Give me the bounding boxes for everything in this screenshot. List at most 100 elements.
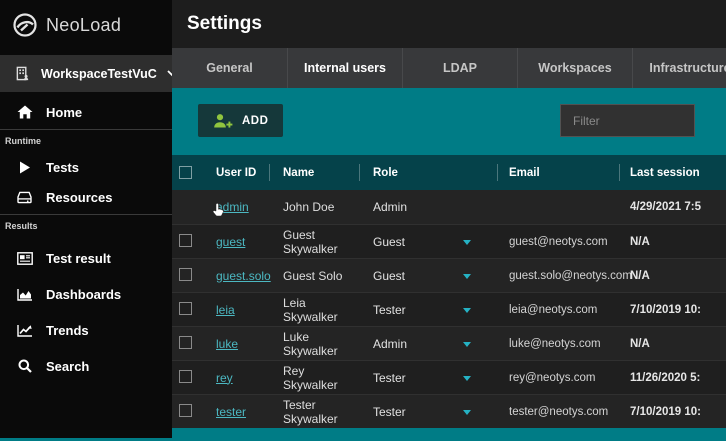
role-dropdown-caret-icon[interactable] xyxy=(463,341,471,347)
user-id-link[interactable]: rey xyxy=(216,371,233,385)
role-dropdown-caret-icon[interactable] xyxy=(463,239,471,245)
user-id-link[interactable]: guest xyxy=(216,235,245,249)
search-icon xyxy=(16,359,33,373)
sidebar-item-search[interactable]: Search xyxy=(0,352,172,380)
row-checkbox[interactable] xyxy=(179,335,192,349)
table-row[interactable]: guest Guest Skywalker Guest guest@neotys… xyxy=(172,224,726,258)
select-all-checkbox[interactable] xyxy=(179,166,192,179)
add-user-button[interactable]: ADD xyxy=(198,104,284,137)
row-checkbox[interactable] xyxy=(179,301,192,315)
neoload-logo[interactable]: NeoLoad xyxy=(0,0,172,50)
sidebar-item-resources[interactable]: Resources xyxy=(0,183,172,211)
row-checkbox[interactable] xyxy=(179,267,192,281)
user-id-cell: rey xyxy=(202,371,269,385)
user-email: luke@neotys.com xyxy=(509,337,601,350)
table-row[interactable]: tester Tester Skywalker Tester tester@ne… xyxy=(172,394,726,428)
table-row[interactable]: guest.solo Guest Solo Guest guest.solo@n… xyxy=(172,258,726,292)
filter-input[interactable] xyxy=(560,104,695,137)
user-id-cell: guest.solo xyxy=(202,269,271,283)
user-id-cell: guest xyxy=(202,235,269,249)
role-cell: Tester xyxy=(359,405,497,419)
row-checkbox[interactable] xyxy=(179,369,192,383)
tab-general[interactable]: General xyxy=(172,48,287,88)
sidebar-item-label: Test result xyxy=(46,250,111,266)
role-cell: Guest xyxy=(359,235,497,249)
toolbar: ADD xyxy=(172,104,726,137)
user-name: Rey Skywalker xyxy=(283,363,338,392)
column-header-last-session[interactable]: Last session xyxy=(619,155,726,190)
workspace-selector[interactable]: WorkspaceTestVuC xyxy=(0,55,178,92)
report-icon xyxy=(16,251,33,265)
neoload-logo-icon xyxy=(12,12,38,38)
users-table: User ID Name Role Email Last session adm… xyxy=(172,155,726,428)
last-session: 4/29/2021 7:5 xyxy=(630,201,701,213)
user-email: guest.solo@neotys.com xyxy=(509,269,632,282)
table-row[interactable]: luke Luke Skywalker Admin luke@neotys.co… xyxy=(172,326,726,360)
sidebar-item-tests[interactable]: Tests xyxy=(0,153,172,181)
user-role: Tester xyxy=(373,302,406,317)
add-button-label: ADD xyxy=(242,114,269,127)
user-id-link[interactable]: luke xyxy=(216,337,238,351)
table-body: admin John Doe Admin 4/29/2021 7:5 guest… xyxy=(172,190,726,428)
sidebar-nav: Home Runtime Tests Resources Results Tes… xyxy=(0,98,172,380)
column-header-name[interactable]: Name xyxy=(269,155,359,190)
page-header: Settings xyxy=(172,0,726,48)
sidebar-divider xyxy=(0,214,172,215)
tab-infrastructure[interactable]: Infrastructure xyxy=(632,48,726,88)
sidebar-item-label: Tests xyxy=(46,159,79,175)
table-row[interactable]: leia Leia Skywalker Tester leia@neotys.c… xyxy=(172,292,726,326)
sidebar-item-label: Home xyxy=(46,104,83,120)
app-root: NeoLoad WorkspaceTestVuC Home Runtime Te… xyxy=(0,0,726,441)
user-id-link[interactable]: leia xyxy=(216,303,235,317)
sidebar-item-trends[interactable]: Trends xyxy=(0,316,172,344)
area-chart-icon xyxy=(16,288,33,301)
user-email: guest@neotys.com xyxy=(509,235,608,248)
trend-line-icon xyxy=(16,324,33,337)
sidebar-item-home[interactable]: Home xyxy=(0,98,172,126)
page-title: Settings xyxy=(187,13,262,34)
role-dropdown-caret-icon[interactable] xyxy=(463,273,471,279)
row-checkbox[interactable] xyxy=(179,233,192,247)
row-checkbox-cell xyxy=(172,403,202,420)
table-row[interactable]: rey Rey Skywalker Tester rey@neotys.com … xyxy=(172,360,726,394)
column-header-role[interactable]: Role xyxy=(359,155,497,190)
last-session: N/A xyxy=(630,269,650,282)
sidebar-item-test-result[interactable]: Test result xyxy=(0,244,172,272)
user-name: John Doe xyxy=(283,200,335,214)
user-id-cell: leia xyxy=(202,303,269,317)
column-header-user-id[interactable]: User ID xyxy=(202,155,269,190)
tab-workspaces[interactable]: Workspaces xyxy=(517,48,632,88)
sidebar-item-dashboards[interactable]: Dashboards xyxy=(0,280,172,308)
home-icon xyxy=(16,105,33,119)
table-row[interactable]: admin John Doe Admin 4/29/2021 7:5 xyxy=(172,190,726,224)
tab-ldap[interactable]: LDAP xyxy=(402,48,517,88)
workspace-name: WorkspaceTestVuC xyxy=(41,66,157,81)
table-header-row: User ID Name Role Email Last session xyxy=(172,155,726,190)
sidebar-item-label: Trends xyxy=(46,322,89,338)
user-name: Leia Skywalker xyxy=(283,295,338,324)
role-dropdown-caret-icon[interactable] xyxy=(463,307,471,313)
user-role: Tester xyxy=(373,370,406,385)
internal-users-content: ADD User ID Name Role Email Last session xyxy=(172,88,726,441)
user-id-link[interactable]: guest.solo xyxy=(216,269,271,283)
role-cell: Tester xyxy=(359,371,497,385)
last-session: N/A xyxy=(630,235,650,248)
column-header-email[interactable]: Email xyxy=(497,155,619,190)
tab-internal-users[interactable]: Internal users xyxy=(287,48,402,88)
drive-icon xyxy=(16,191,33,204)
role-dropdown-caret-icon[interactable] xyxy=(463,409,471,415)
user-id-cell: admin xyxy=(202,200,269,217)
row-checkbox[interactable] xyxy=(179,403,192,417)
role-dropdown-caret-icon[interactable] xyxy=(463,375,471,381)
user-email: leia@neotys.com xyxy=(509,303,598,316)
row-checkbox-cell xyxy=(172,369,202,386)
play-icon xyxy=(16,161,33,174)
user-id-cell: tester xyxy=(202,405,269,419)
last-session: 7/10/2019 10: xyxy=(630,405,701,418)
user-id-link[interactable]: tester xyxy=(216,405,246,419)
sidebar-item-label: Dashboards xyxy=(46,286,122,302)
results-section-label: Results xyxy=(5,221,38,231)
row-checkbox-cell xyxy=(172,199,202,215)
add-user-icon xyxy=(213,113,233,129)
row-checkbox-cell xyxy=(172,233,202,250)
